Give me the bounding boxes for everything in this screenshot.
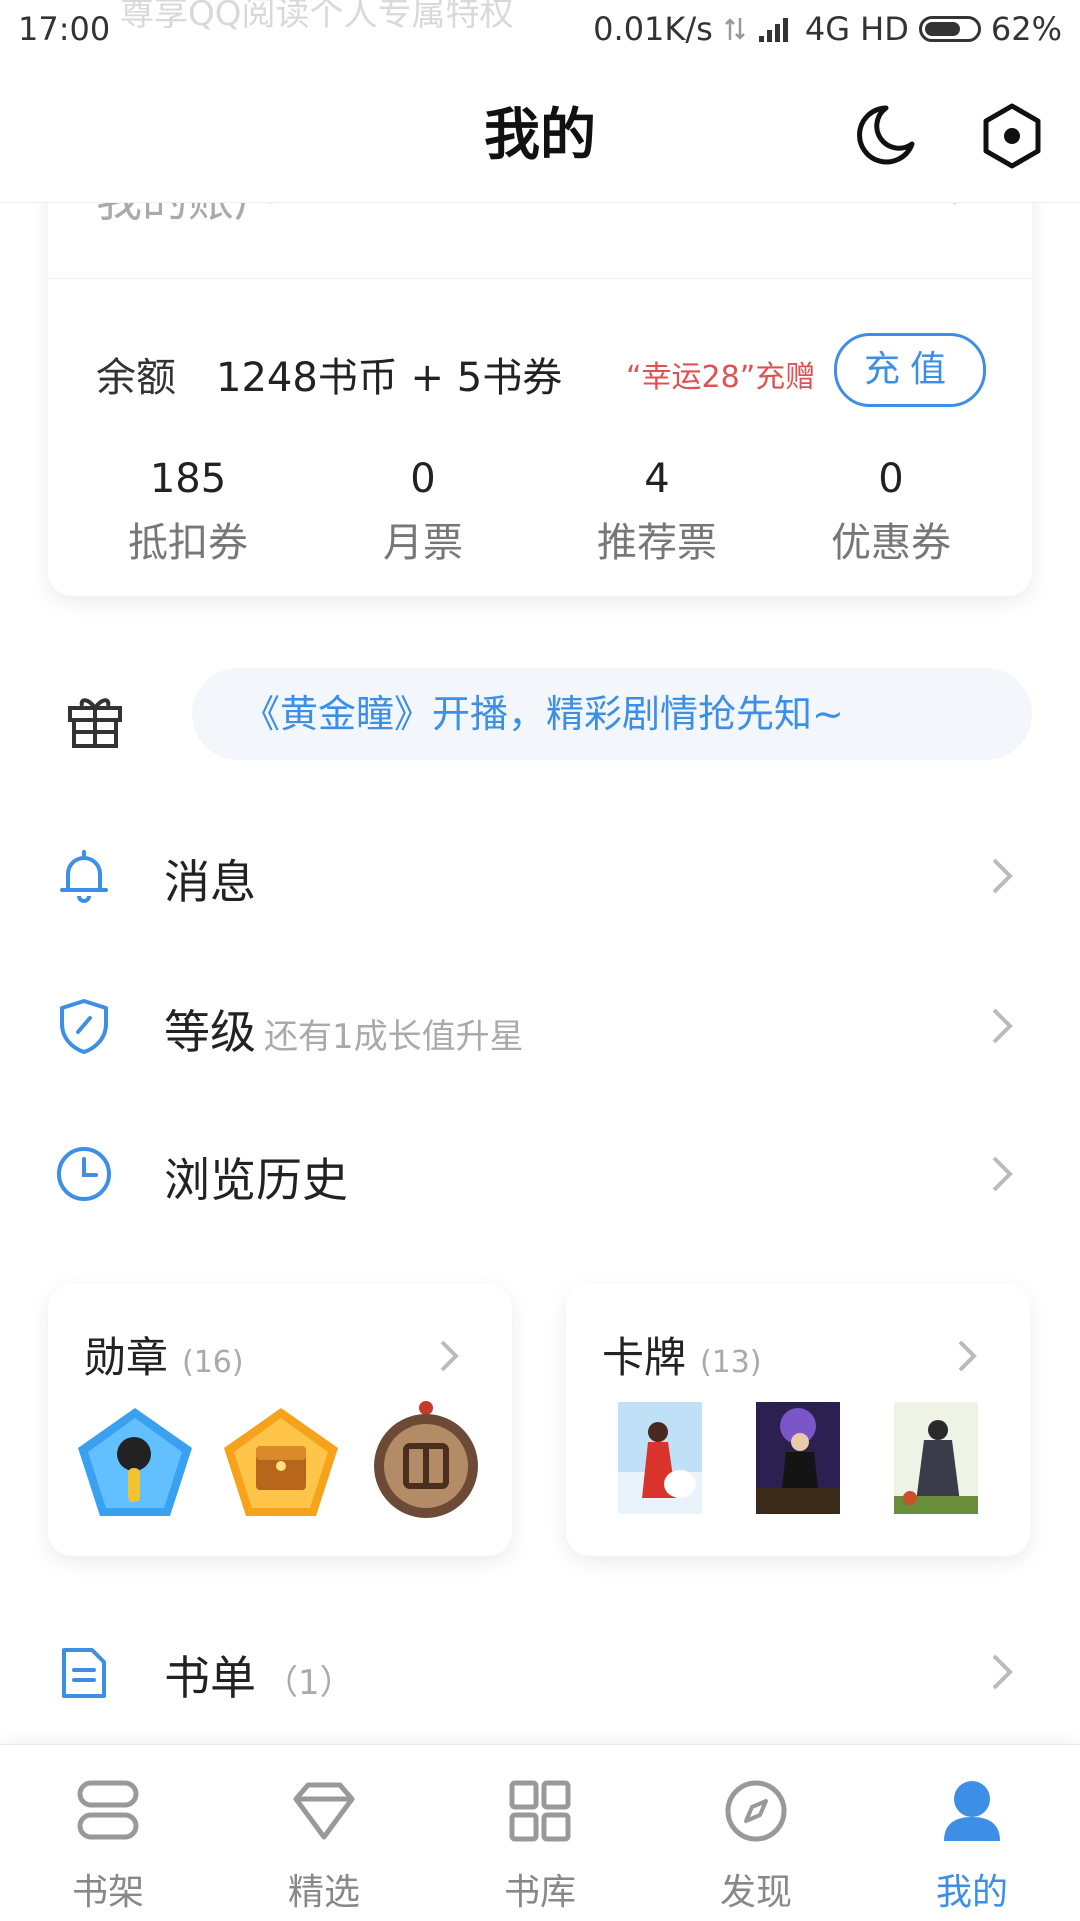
nav-item-bookshelf[interactable]: 书架 — [0, 1745, 216, 1921]
menu-item-history[interactable]: 浏览历史 — [0, 1114, 1080, 1234]
clock-icon — [57, 1147, 111, 1201]
bell-icon — [60, 850, 108, 903]
net-speed: 0.01K/s — [593, 10, 713, 48]
nav-label: 精选 — [287, 1872, 360, 1913]
booklist-label: 书单 — [164, 1651, 256, 1705]
chevron-right-icon — [992, 1156, 1013, 1192]
stat-monthly-ticket[interactable]: 0 月票 — [313, 456, 533, 568]
nav-label: 书库 — [503, 1872, 576, 1913]
stat-label: 月票 — [383, 520, 463, 566]
nav-label: 发现 — [719, 1872, 792, 1913]
menu-item-messages[interactable]: 消息 — [0, 816, 1080, 936]
chevron-right-icon — [992, 1654, 1013, 1690]
stat-value: 0 — [410, 456, 436, 502]
gift-icon[interactable] — [64, 688, 126, 750]
status-indicators: 0.01K/s 4G HD 62% — [593, 10, 1062, 48]
battery-icon — [918, 16, 981, 42]
stat-label: 抵扣券 — [128, 520, 248, 566]
balance-value: 1248书币 + 5书券 — [216, 355, 563, 401]
grid-icon — [509, 1780, 571, 1842]
cards-count: (13) — [700, 1345, 762, 1380]
medal-treasure-chest-icon — [224, 1408, 338, 1516]
chevron-right-icon — [958, 1340, 977, 1372]
card-thumbnail[interactable] — [756, 1402, 840, 1514]
status-time: 17:00 — [18, 10, 111, 48]
stat-recommend-ticket[interactable]: 4 推荐票 — [547, 456, 767, 568]
promo-text[interactable]: “幸运28”充赠 — [626, 352, 815, 396]
network-type: 4G HD — [804, 10, 909, 48]
nav-item-discover[interactable]: 发现 — [648, 1745, 864, 1921]
header: 我的 — [0, 60, 1080, 203]
nav-label: 书架 — [71, 1872, 144, 1913]
document-list-icon — [62, 1648, 106, 1698]
menu-label: 消息 — [164, 855, 256, 909]
stat-discount-coupon[interactable]: 0 优惠券 — [781, 456, 1001, 568]
night-mode-icon[interactable] — [850, 100, 920, 170]
menu-label: 浏览历史 — [164, 1153, 348, 1207]
chevron-right-icon — [992, 1008, 1013, 1044]
nav-item-library[interactable]: 书库 — [432, 1745, 648, 1921]
divider — [48, 278, 1032, 279]
battery-level: 62% — [990, 10, 1062, 48]
stat-value: 4 — [644, 456, 670, 502]
menu-label: 书单 （1） — [164, 1642, 354, 1708]
medal-bronze-seal-icon — [374, 1401, 478, 1518]
menu-item-level[interactable]: 等级 还有1成长值升星 — [0, 966, 1080, 1086]
stat-value: 0 — [878, 456, 904, 502]
level-label: 等级 — [164, 1005, 256, 1059]
cards-label: 卡牌 — [602, 1333, 687, 1382]
medals-title: 勋章 (16) — [84, 1324, 244, 1385]
cards-title: 卡牌 (13) — [602, 1324, 762, 1385]
user-icon — [944, 1781, 1000, 1841]
chevron-right-icon — [440, 1340, 459, 1372]
notice-banner[interactable]: 《黄金瞳》开播，精彩剧情抢先知~ — [192, 668, 1032, 760]
recharge-button[interactable]: 充值 — [834, 333, 986, 407]
diamond-icon — [293, 1782, 355, 1840]
booklist-count: （1） — [264, 1663, 354, 1703]
bookshelf-icon — [77, 1780, 139, 1840]
data-transfer-icon — [724, 18, 745, 40]
card-thumbnail[interactable] — [618, 1402, 702, 1514]
nav-item-profile[interactable]: 我的 — [864, 1745, 1080, 1921]
status-bar: 尊享QQ阅读个人专属特权 17:00 0.01K/s 4G HD 62% — [0, 0, 1080, 60]
medals-label: 勋章 — [84, 1333, 169, 1382]
medal-microphone-icon — [78, 1408, 192, 1516]
stat-value: 185 — [149, 456, 227, 502]
shield-icon — [60, 999, 108, 1054]
cards-box[interactable]: 卡牌 (13) — [566, 1284, 1030, 1556]
stat-deduction-coupon[interactable]: 185 抵扣券 — [78, 456, 298, 568]
menu-label: 等级 还有1成长值升星 — [164, 996, 524, 1062]
level-sub-text: 还有1成长值升星 — [264, 1017, 524, 1057]
bottom-nav: 书架 精选 书库 发现 我的 — [0, 1744, 1080, 1921]
nav-item-featured[interactable]: 精选 — [216, 1745, 432, 1921]
stat-label: 推荐票 — [597, 520, 717, 566]
chevron-right-icon — [992, 858, 1013, 894]
menu-item-booklist[interactable]: 书单 （1） — [0, 1612, 1080, 1732]
medals-count: (16) — [182, 1345, 244, 1380]
status-ghost-text: 尊享QQ阅读个人专属特权 — [120, 0, 514, 34]
signal-icon — [758, 18, 788, 42]
nav-label: 我的 — [935, 1872, 1008, 1913]
medals-box[interactable]: 勋章 (16) — [48, 1284, 512, 1556]
balance-label: 余额 — [96, 355, 176, 401]
settings-icon[interactable] — [976, 100, 1048, 172]
card-thumbnail[interactable] — [894, 1402, 978, 1514]
stat-label: 优惠券 — [831, 520, 951, 566]
compass-icon — [725, 1780, 787, 1842]
